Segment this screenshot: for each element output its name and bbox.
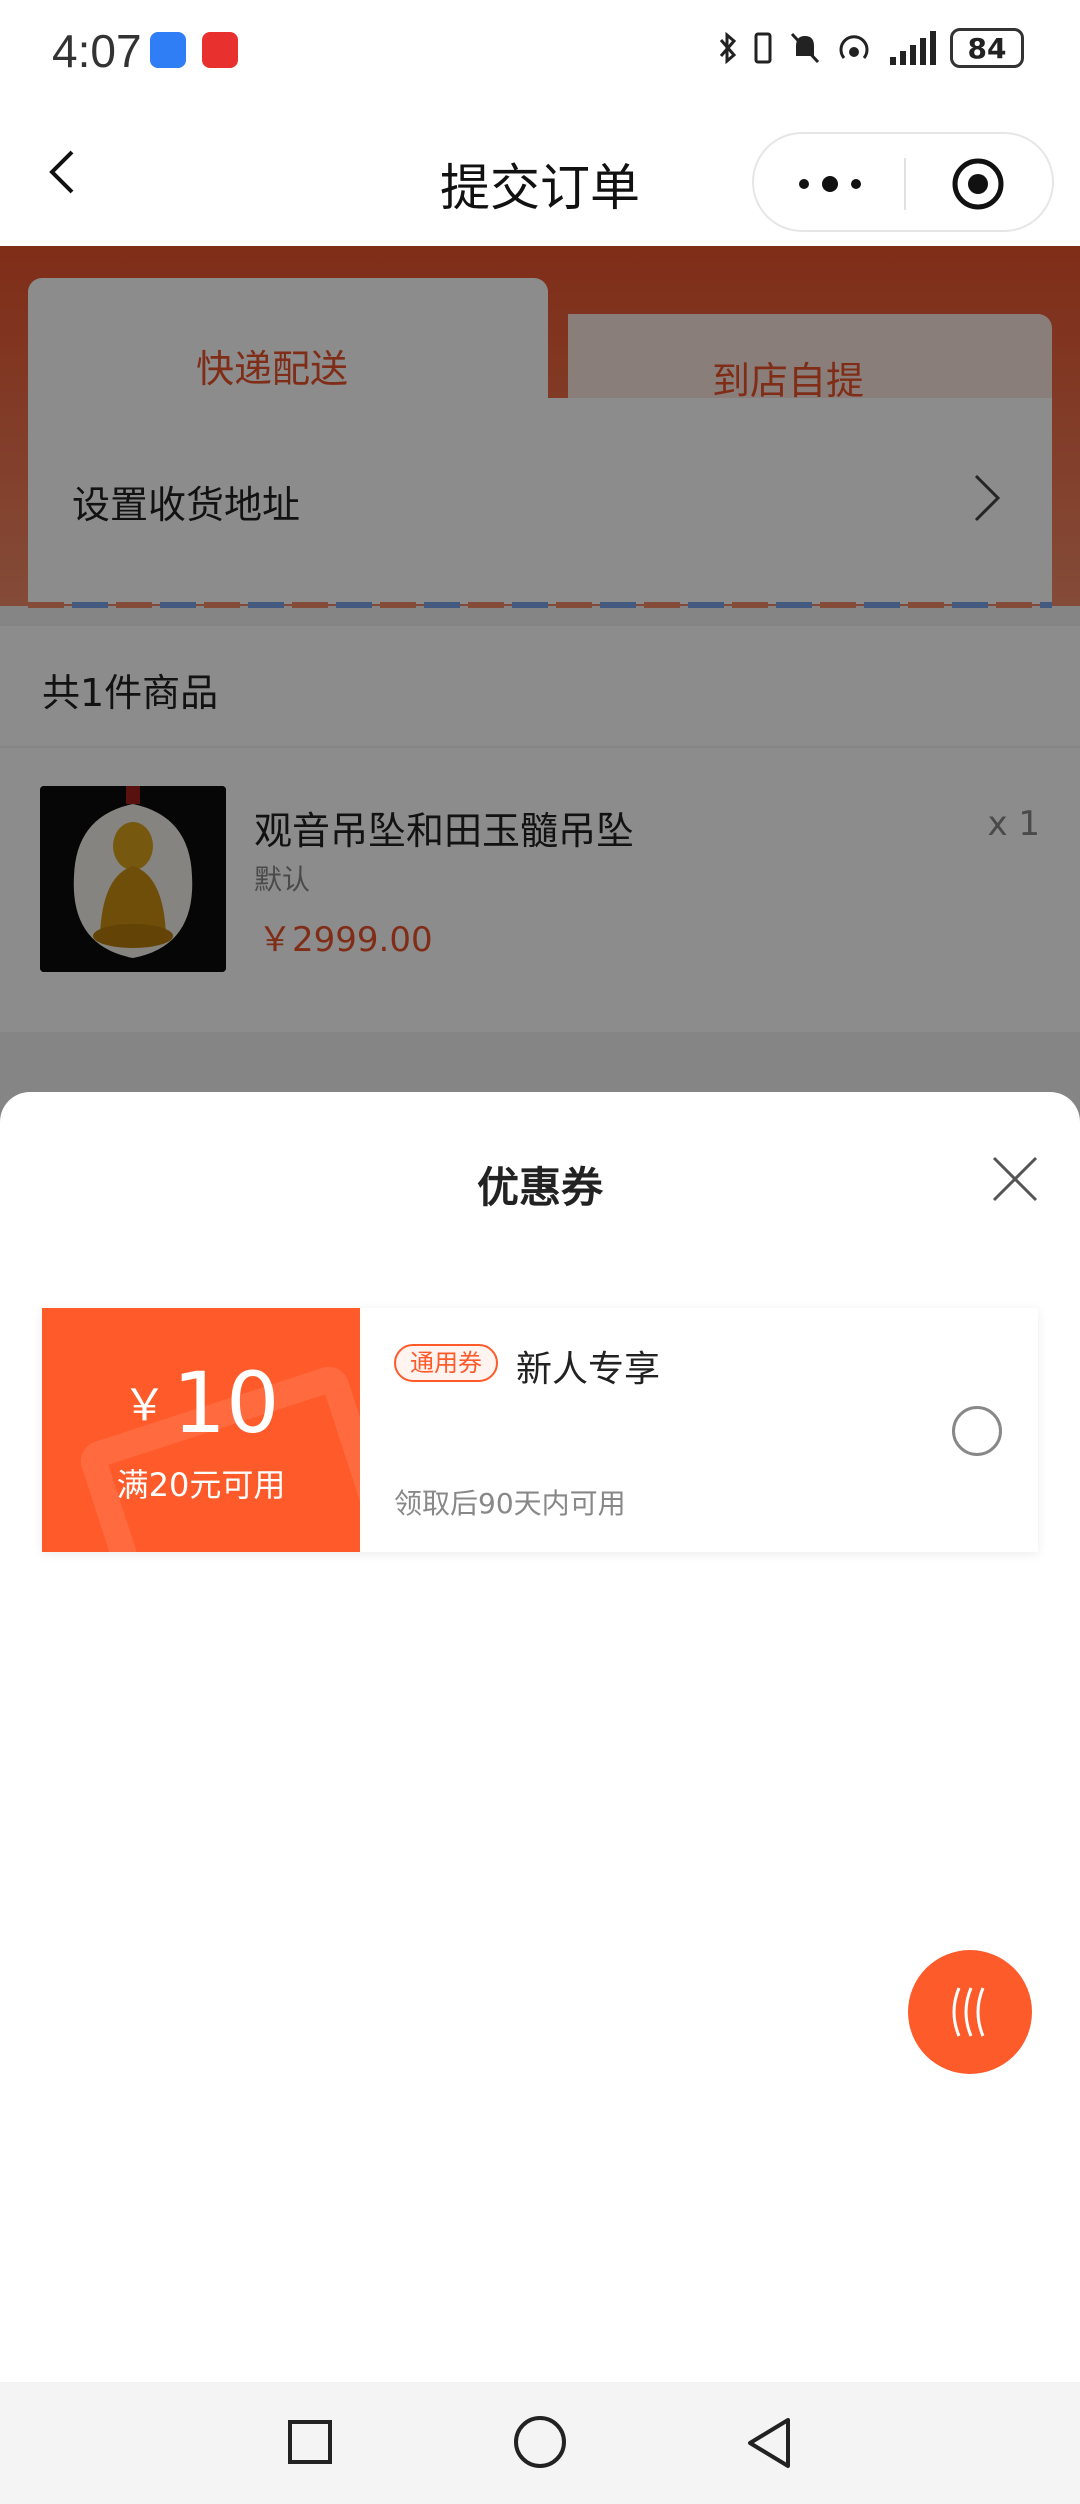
recent-apps-icon[interactable] bbox=[288, 2420, 332, 2464]
wave-icon bbox=[952, 1987, 985, 2037]
coupon-type-badge: 通用券 bbox=[394, 1344, 498, 1382]
coupon-sheet: 优惠券 ￥10 满20元可用 通用券 新人专享 领取后90天内可用 bbox=[0, 1092, 1080, 2382]
system-back-icon[interactable] bbox=[744, 2416, 794, 2470]
coupon-select-radio[interactable] bbox=[952, 1406, 1002, 1456]
coupon-value-panel: ￥10 满20元可用 bbox=[42, 1308, 360, 1552]
capsule-divider bbox=[904, 158, 906, 210]
status-time: 4:07 bbox=[52, 25, 142, 77]
app-notification-icon bbox=[202, 32, 238, 68]
bluetooth-icon bbox=[719, 31, 737, 65]
coupon-amount-value: 10 bbox=[172, 1354, 280, 1452]
app-notification-icon bbox=[150, 32, 186, 68]
nav-bar: 提交订单 bbox=[0, 100, 1080, 246]
status-icons: 84 bbox=[718, 28, 1024, 68]
coupon-validity: 领取后90天内可用 bbox=[394, 1487, 626, 1520]
system-navigation-bar bbox=[0, 2382, 1080, 2504]
signal-icon bbox=[890, 31, 936, 65]
more-icon[interactable] bbox=[792, 170, 868, 198]
hotspot-icon bbox=[839, 35, 869, 59]
home-icon[interactable] bbox=[514, 2416, 566, 2468]
status-bar: 4:07 84 bbox=[0, 0, 1080, 100]
battery-icon: 84 bbox=[950, 28, 1024, 68]
coupon-condition: 满20元可用 bbox=[116, 1466, 286, 1504]
floating-action-button[interactable] bbox=[908, 1950, 1032, 2074]
coupon-name: 新人专享 bbox=[516, 1349, 661, 1390]
close-icon[interactable] bbox=[990, 1154, 1040, 1204]
mini-program-capsule bbox=[752, 132, 1054, 232]
target-icon[interactable] bbox=[950, 156, 1006, 212]
vibrate-icon bbox=[754, 32, 772, 64]
coupon-amount: ￥10 bbox=[42, 1354, 360, 1452]
coupon-sheet-title: 优惠券 bbox=[476, 1163, 603, 1212]
mute-icon bbox=[790, 32, 820, 64]
battery-level: 84 bbox=[967, 31, 1007, 65]
coupon-currency: ￥ bbox=[122, 1380, 167, 1431]
coupon-card[interactable]: ￥10 满20元可用 通用券 新人专享 领取后90天内可用 bbox=[42, 1308, 1038, 1552]
